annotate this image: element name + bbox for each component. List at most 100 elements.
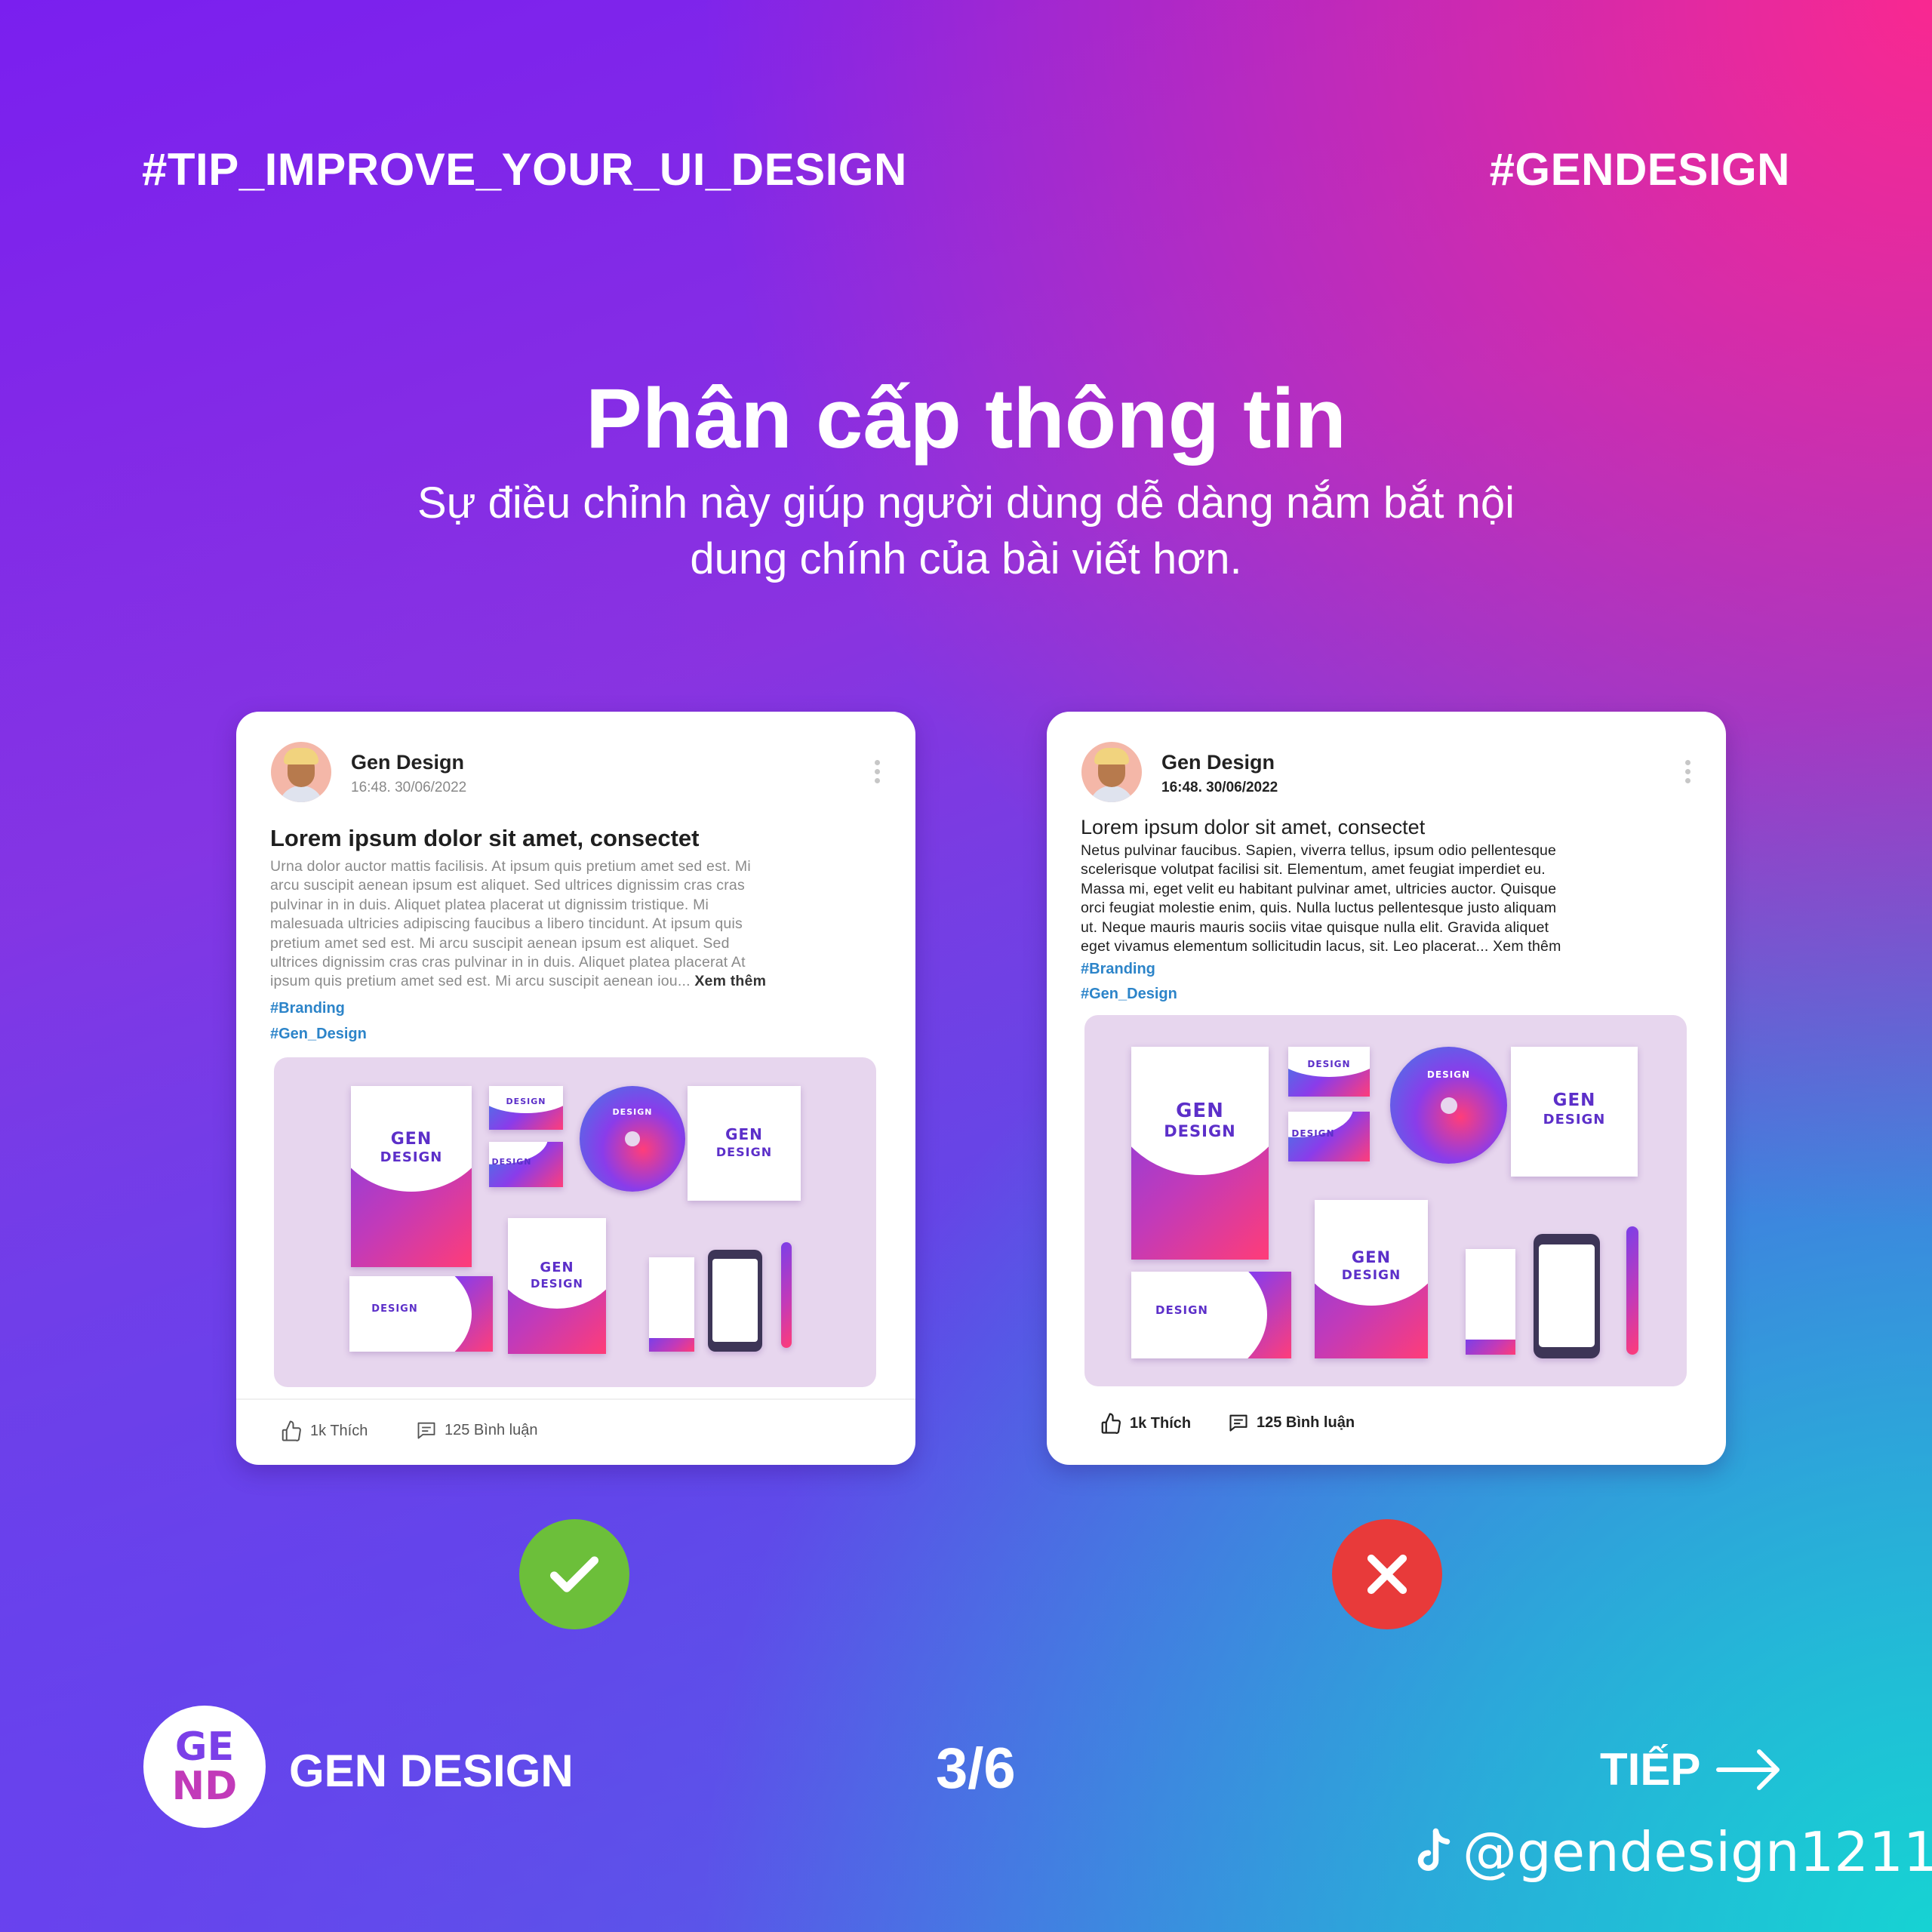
post-body-line: Massa mi, eget velit eu habitant pulvina… xyxy=(1081,880,1700,899)
mockup-box: DESIGN xyxy=(349,1276,493,1352)
tag-branding[interactable]: #Branding xyxy=(270,1000,345,1017)
post-body-line: orci feugiat molestie enim, quis. Nulla … xyxy=(1081,899,1700,918)
cross-badge xyxy=(1332,1519,1442,1629)
avatar[interactable] xyxy=(1081,742,1142,802)
mockup-cd: DESIGN xyxy=(1390,1047,1507,1164)
check-badge xyxy=(519,1519,629,1629)
post-body-text: arcu suscipit aenean ipsum est aliquet. … xyxy=(270,877,745,894)
next-label: TIẾP xyxy=(1600,1744,1701,1795)
author-name[interactable]: Gen Design xyxy=(351,751,464,774)
hashtag-right: #GENDESIGN xyxy=(1489,144,1790,195)
check-icon xyxy=(550,1556,598,1592)
mockup-folder: GEN DESIGN xyxy=(351,1086,472,1267)
post-body-line: scelerisque volutpat facilisi sit. Eleme… xyxy=(1081,860,1700,879)
see-more-link[interactable]: Xem thêm xyxy=(694,973,766,989)
post-body-line: Netus pulvinar faucibus. Sapien, viverra… xyxy=(1081,841,1700,860)
mockup-box: DESIGN xyxy=(1131,1272,1291,1358)
post-body-text: scelerisque volutpat facilisi sit. Eleme… xyxy=(1081,861,1546,878)
like-count: 1k Thích xyxy=(310,1422,368,1439)
comment-count: 125 Bình luận xyxy=(445,1421,538,1438)
like-count: 1k Thích xyxy=(1130,1414,1192,1432)
post-body: Netus pulvinar faucibus. Sapien, viverra… xyxy=(1081,841,1700,956)
mockup-envelope: GEN DESIGN xyxy=(1511,1047,1638,1177)
tag-gen-design[interactable]: #Gen_Design xyxy=(1081,986,1177,1003)
post-body-text: ultrices dignissim cras cras pulvinar in… xyxy=(270,954,746,971)
tag-gen-design[interactable]: #Gen_Design xyxy=(270,1026,367,1043)
comment-button[interactable]: 125 Bình luận xyxy=(416,1420,537,1441)
post-body-line: malesuada ultricies adipiscing faucibus … xyxy=(270,915,889,934)
post-body-line: eget vivamus elementum sollicitudin lacu… xyxy=(1081,937,1700,956)
slide-subtitle: Sự điều chỉnh này giúp người dùng dễ dàn… xyxy=(302,475,1630,587)
mockup-notebook: GEN DESIGN xyxy=(1315,1200,1428,1358)
more-options-icon[interactable] xyxy=(875,760,881,787)
tiktok-handle-text: @gendesign1211 xyxy=(1463,1820,1932,1884)
post-heading: Lorem ipsum dolor sit amet, consectet xyxy=(1081,816,1426,838)
author-name[interactable]: Gen Design xyxy=(1161,751,1275,774)
tiktok-icon xyxy=(1417,1828,1451,1871)
slide-title: Phân cấp thông tin xyxy=(586,371,1346,466)
post-time: 16:48. 30/06/2022 xyxy=(1161,780,1278,795)
subtitle-line-1: Sự điều chỉnh này giúp người dùng dễ dàn… xyxy=(417,478,1515,528)
mockup-notebook: GEN DESIGN xyxy=(508,1218,606,1354)
mockup-envelope: GEN DESIGN xyxy=(688,1086,801,1201)
tag-branding[interactable]: #Branding xyxy=(1081,961,1155,978)
cross-icon xyxy=(1367,1554,1407,1595)
post-body-text: eget vivamus elementum sollicitudin lacu… xyxy=(1081,938,1489,955)
comment-count: 125 Bình luận xyxy=(1257,1414,1355,1431)
post-body-line: ultrices dignissim cras cras pulvinar in… xyxy=(270,953,889,972)
post-body-text: Netus pulvinar faucibus. Sapien, viverra… xyxy=(1081,842,1557,859)
post-body: Urna dolor auctor mattis facilisis. At i… xyxy=(270,857,889,992)
see-more-link[interactable]: Xem thêm xyxy=(1493,938,1561,955)
mockup-card-2: DESIGN xyxy=(489,1142,563,1187)
subtitle-line-2: dung chính của bài viết hơn. xyxy=(690,534,1242,583)
comment-button[interactable]: 125 Bình luận xyxy=(1228,1412,1355,1433)
mockup-pen xyxy=(781,1242,792,1348)
like-button[interactable]: 1k Thích xyxy=(280,1420,368,1442)
bad-post-card: Gen Design 16:48. 30/06/2022 Lorem ipsum… xyxy=(1047,712,1726,1465)
next-button[interactable]: TIẾP xyxy=(1600,1743,1783,1795)
hashtag-left: #TIP_IMPROVE_YOUR_UI_DESIGN xyxy=(142,144,907,195)
post-body-text: pulvinar in in duis. Aliquet platea plac… xyxy=(270,896,709,913)
mockup-badge xyxy=(649,1257,694,1352)
brand-name: GEN DESIGN xyxy=(289,1746,574,1796)
thumbs-up-icon xyxy=(1101,1413,1121,1434)
logo-text-top: GE xyxy=(174,1724,235,1770)
slide: #TIP_IMPROVE_YOUR_UI_DESIGN #GENDESIGN P… xyxy=(0,0,1932,1932)
post-image[interactable]: GEN DESIGN DESIGN DESIGN DESIGN GEN DESI… xyxy=(1084,1015,1687,1386)
mockup-badge xyxy=(1466,1249,1515,1355)
post-heading: Lorem ipsum dolor sit amet, consectet xyxy=(270,825,700,851)
tiktok-handle[interactable]: @gendesign1211 xyxy=(1411,1820,1932,1884)
mockup-card-2: DESIGN xyxy=(1288,1112,1370,1161)
arrow-right-icon xyxy=(1716,1749,1780,1790)
post-image[interactable]: GEN DESIGN DESIGN DESIGN DESIGN GEN DESI… xyxy=(274,1057,876,1387)
comment-icon xyxy=(417,1422,435,1439)
mockup-cd: DESIGN xyxy=(580,1086,685,1192)
page-indicator: 3/6 xyxy=(936,1737,1016,1801)
avatar[interactable] xyxy=(271,742,331,802)
thumbs-up-icon xyxy=(281,1420,301,1441)
post-body-line: Urna dolor auctor mattis facilisis. At i… xyxy=(270,857,889,876)
mockup-folder: GEN DESIGN xyxy=(1131,1047,1269,1260)
mockup-pen xyxy=(1626,1226,1638,1355)
post-body-line: ut. Neque mauris mauris sociis vitae qui… xyxy=(1081,918,1700,937)
mockup-phone xyxy=(1534,1234,1600,1358)
mockup-card: DESIGN xyxy=(489,1086,563,1130)
post-body-line: pretium amet sed est. Mi arcu suscipit a… xyxy=(270,934,889,953)
logo-text-bottom: ND xyxy=(171,1764,238,1809)
post-body-text: orci feugiat molestie enim, quis. Nulla … xyxy=(1081,900,1557,917)
mockup-card: DESIGN xyxy=(1288,1047,1370,1097)
post-body-line: pulvinar in in duis. Aliquet platea plac… xyxy=(270,896,889,915)
mockup-phone xyxy=(708,1250,762,1352)
comment-icon xyxy=(1229,1414,1247,1432)
good-post-card: Gen Design 16:48. 30/06/2022 Lorem ipsum… xyxy=(236,712,915,1465)
gen-design-logo[interactable]: GE ND xyxy=(143,1706,266,1828)
post-body-text: malesuada ultricies adipiscing faucibus … xyxy=(270,915,743,933)
post-body-line: ipsum quis pretium amet sed est. Mi arcu… xyxy=(270,972,889,991)
more-options-icon[interactable] xyxy=(1685,760,1691,787)
post-body-text: pretium amet sed est. Mi arcu suscipit a… xyxy=(270,934,730,952)
post-body-text: Urna dolor auctor mattis facilisis. At i… xyxy=(270,858,751,875)
post-time: 16:48. 30/06/2022 xyxy=(351,780,467,795)
like-button[interactable]: 1k Thích xyxy=(1100,1412,1191,1435)
post-body-text: Massa mi, eget velit eu habitant pulvina… xyxy=(1081,880,1557,897)
post-body-line: arcu suscipit aenean ipsum est aliquet. … xyxy=(270,876,889,895)
